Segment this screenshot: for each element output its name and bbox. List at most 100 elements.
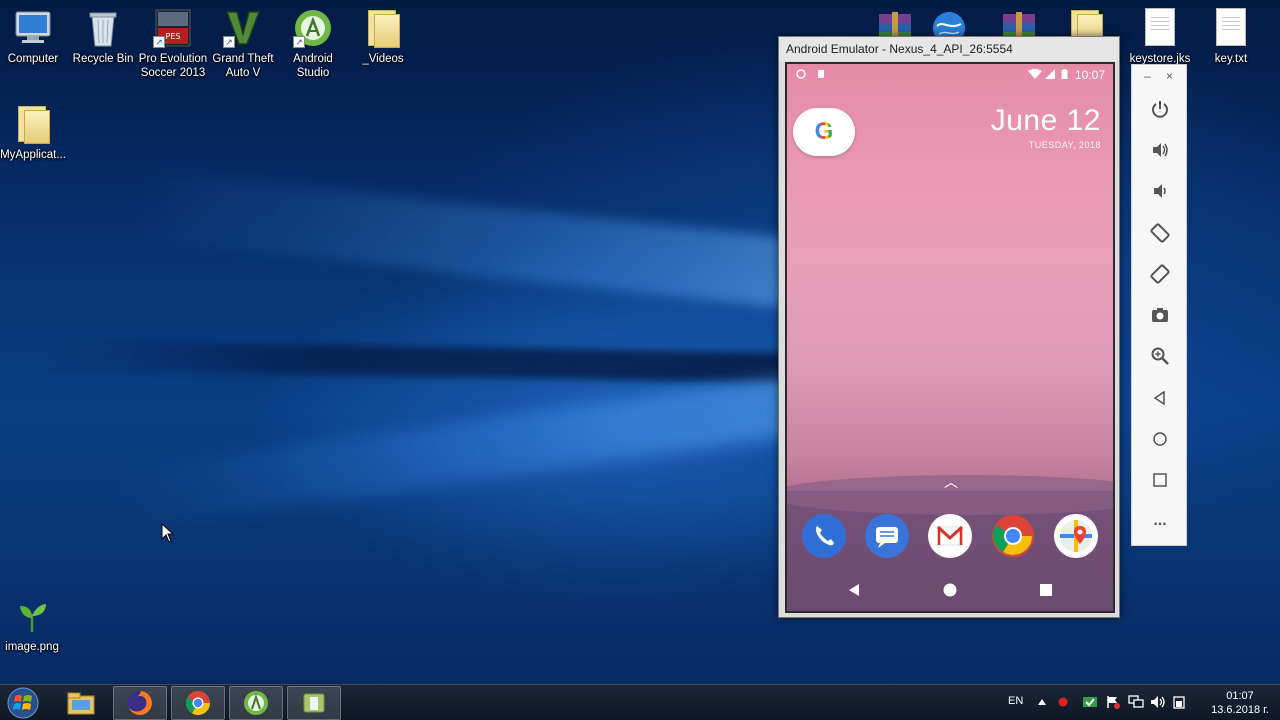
desktop-icon-pes-2013[interactable]: PES ↗ Pro Evolution Soccer 2013 xyxy=(137,8,209,80)
desktop-icon-label: key.txt xyxy=(1214,53,1248,65)
desktop-icon-label: _Videos xyxy=(362,53,404,65)
svg-text:PES: PES xyxy=(166,32,181,41)
maps-app-icon[interactable] xyxy=(1054,514,1098,558)
system-tray: EN 01:07 13.6.2018 г. xyxy=(1000,685,1280,720)
desktop-icon-keystore[interactable]: keystore.jks xyxy=(1124,8,1196,66)
desktop-icon-label: Computer xyxy=(7,53,59,65)
overview-icon[interactable] xyxy=(1146,466,1174,494)
recycle-bin-icon xyxy=(83,8,123,48)
desktop-icon-label: MyApplicat... xyxy=(0,149,66,161)
desktop-icon-image-png[interactable]: image.png xyxy=(0,596,68,654)
clock-time: 01:07 xyxy=(1226,690,1254,702)
app-drawer-chevron-icon[interactable]: ︿ xyxy=(944,472,958,492)
file-explorer-taskbar-button[interactable] xyxy=(54,686,108,720)
android-home-screen[interactable]: 10:07 G June 12 TUESDAY, 2018 ︿ xyxy=(785,62,1115,613)
taskbar-clock[interactable]: 01:07 13.6.2018 г. xyxy=(1210,689,1270,717)
gmail-app-icon[interactable] xyxy=(928,514,972,558)
clock-date: 13.6.2018 г. xyxy=(1211,704,1269,716)
emulator-taskbar-button[interactable] xyxy=(287,686,341,720)
shortcut-arrow-icon: ↗ xyxy=(153,36,165,48)
emulator-title-bar[interactable]: Android Emulator - Nexus_4_API_26:5554 xyxy=(779,37,1119,61)
start-button[interactable] xyxy=(2,686,44,720)
more-options-icon[interactable]: ... xyxy=(1146,507,1174,535)
close-button[interactable]: × xyxy=(1166,69,1173,83)
desktop-icon-android-studio[interactable]: ↗ Android Studio xyxy=(277,8,349,80)
desktop-icon-label: Android Studio xyxy=(293,53,333,79)
rotate-right-icon[interactable] xyxy=(1146,260,1174,288)
mouse-cursor-icon xyxy=(161,523,175,543)
gta-v-icon: ↗ xyxy=(223,8,263,48)
desktop-icon-recycle-bin[interactable]: Recycle Bin xyxy=(67,8,139,66)
chrome-icon xyxy=(185,691,210,716)
firefox-icon xyxy=(128,691,152,715)
android-status-bar: 10:07 xyxy=(787,64,1113,86)
sprout-image-icon xyxy=(12,596,52,636)
desktop-icon-computer[interactable]: Computer xyxy=(0,8,69,66)
android-studio-icon: ↗ xyxy=(293,8,333,48)
windows-orb-icon xyxy=(7,687,39,719)
date-weekday: TUESDAY, 2018 xyxy=(1028,140,1101,150)
power-icon[interactable] xyxy=(1146,95,1174,123)
notification-dot-icon xyxy=(796,69,806,79)
document-icon xyxy=(1140,8,1180,48)
language-indicator[interactable]: EN xyxy=(1008,695,1023,707)
text-file-icon xyxy=(1211,8,1251,48)
desktop-icon-videos-folder[interactable]: _Videos xyxy=(347,8,419,66)
volume-down-icon[interactable] xyxy=(1146,177,1174,205)
volume-up-icon[interactable] xyxy=(1146,136,1174,164)
google-g-icon: G xyxy=(814,118,834,145)
desktop-icon-gta-v[interactable]: ↗ Grand Theft Auto V xyxy=(207,8,279,80)
windows-taskbar: EN 01:07 13.6.2018 г. xyxy=(0,684,1280,720)
back-icon[interactable] xyxy=(1146,384,1174,412)
folder-icon xyxy=(13,104,53,144)
desktop-icon-label: image.png xyxy=(5,641,59,653)
show-hidden-icons-icon[interactable] xyxy=(1038,699,1046,705)
battery-icon xyxy=(1061,69,1068,79)
battery-power-icon[interactable] xyxy=(1172,695,1186,709)
zoom-icon[interactable] xyxy=(1146,342,1174,370)
android-emulator-icon xyxy=(303,693,325,713)
desktop-icon-label: Pro Evolution Soccer 2013 xyxy=(138,53,208,79)
desktop-icon-key-txt[interactable]: key.txt xyxy=(1195,8,1267,66)
pes-game-icon: PES ↗ xyxy=(153,8,193,48)
recents-nav-icon[interactable] xyxy=(1039,583,1053,597)
folder-icon xyxy=(363,8,403,48)
android-studio-taskbar-button[interactable] xyxy=(229,686,283,720)
network-icon[interactable] xyxy=(1128,695,1144,709)
firefox-taskbar-button[interactable] xyxy=(113,686,167,720)
security-check-icon[interactable] xyxy=(1082,695,1098,709)
record-icon[interactable] xyxy=(1058,697,1068,707)
chrome-taskbar-button[interactable] xyxy=(171,686,225,720)
app-dock xyxy=(787,514,1113,562)
speaker-icon[interactable] xyxy=(1150,695,1166,709)
back-nav-icon[interactable] xyxy=(847,583,861,597)
android-emulator-window[interactable]: Android Emulator - Nexus_4_API_26:5554 1… xyxy=(778,36,1120,618)
status-time: 10:07 xyxy=(1074,68,1105,82)
wallpaper-light-beam xyxy=(115,372,818,530)
chrome-app-icon[interactable] xyxy=(991,514,1035,558)
date-widget[interactable]: June 12 TUESDAY, 2018 xyxy=(991,104,1101,150)
home-icon[interactable] xyxy=(1146,425,1174,453)
flag-alert-icon[interactable] xyxy=(1106,695,1120,709)
android-nav-bar xyxy=(787,569,1113,609)
desktop-icon-label: Grand Theft Auto V xyxy=(212,53,274,79)
date-main: June 12 xyxy=(990,104,1101,137)
emulator-side-toolbar: – × ... xyxy=(1131,64,1187,546)
camera-icon[interactable] xyxy=(1146,301,1174,329)
home-nav-icon[interactable] xyxy=(943,583,957,597)
signal-icon xyxy=(1045,69,1055,79)
desktop-icon-label: Recycle Bin xyxy=(72,53,134,65)
wallpaper-shadow-beam xyxy=(39,340,801,384)
desktop-icon-myapplication-folder[interactable]: MyApplicat... xyxy=(0,104,69,162)
google-search-widget[interactable]: G xyxy=(793,108,855,156)
minimize-button[interactable]: – xyxy=(1144,69,1151,83)
messages-app-icon[interactable] xyxy=(865,514,909,558)
shortcut-arrow-icon: ↗ xyxy=(293,36,305,48)
phone-app-icon[interactable] xyxy=(802,514,846,558)
file-explorer-icon xyxy=(67,692,95,715)
computer-icon xyxy=(13,8,53,48)
shortcut-arrow-icon: ↗ xyxy=(223,36,235,48)
sd-card-icon xyxy=(818,70,824,78)
rotate-left-icon[interactable] xyxy=(1146,219,1174,247)
android-studio-icon xyxy=(244,691,268,715)
